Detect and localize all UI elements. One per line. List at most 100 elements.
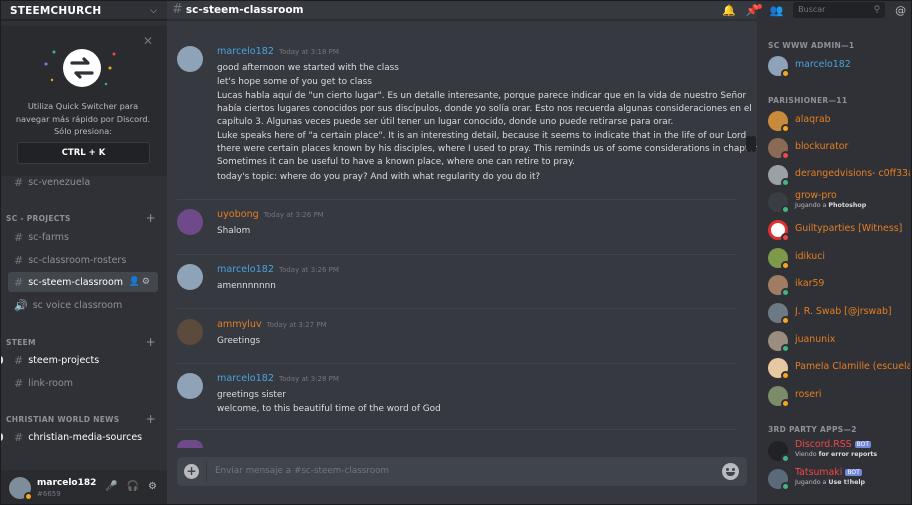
bell-icon[interactable]: 🔔 <box>722 4 736 17</box>
search-input[interactable]: Buscar ⚲ <box>793 2 886 18</box>
member-item[interactable]: idikuci <box>768 247 908 271</box>
emoji-icon[interactable] <box>722 463 739 480</box>
upload-plus-icon[interactable]: + <box>184 464 199 479</box>
member-section-header: SC WWW ADMIN—1 <box>768 41 855 50</box>
pin-icon[interactable]: 📌 <box>746 3 763 17</box>
message-author[interactable]: uyobong <box>217 209 259 220</box>
chat-header: # sc-steem-classroom 🔔 📌 👥 Buscar ⚲ @ ? <box>167 0 906 20</box>
category-sc-projects[interactable]: SC - PROJECTS + <box>6 211 156 225</box>
hash-icon: # <box>14 275 24 289</box>
message-composer[interactable]: + Enviar mensaje a #sc-steem-classroom <box>177 457 747 486</box>
category-label: CHRISTIAN WORLD NEWS <box>6 415 120 424</box>
channel-steem-projects[interactable]: # steem-projects <box>0 350 158 370</box>
channel-sc-voice-classroom[interactable]: 🔊 sc voice classroom <box>8 295 158 315</box>
message-text: greetings sister <box>217 390 286 400</box>
quick-switcher-line-1: Utiliza Quick Switcher para <box>27 101 139 111</box>
channel-sc-steem-classroom[interactable]: # sc-steem-classroom 👤⚙ <box>8 272 158 292</box>
add-channel-icon[interactable]: + <box>146 335 156 349</box>
channel-title: sc-steem-classroom <box>185 3 304 16</box>
message-text: let's hope some of you get to class <box>217 77 372 87</box>
member-name: marcelo182 <box>795 59 851 70</box>
channel-label: sc-steem-classroom <box>28 276 124 288</box>
close-icon[interactable]: ✕ <box>143 34 153 48</box>
member-item[interactable]: blockurator <box>768 137 908 161</box>
bot-badge: BOT <box>845 469 862 476</box>
quick-switcher-text: Utiliza Quick Switcher para navegar más … <box>8 100 158 138</box>
chevron-down-icon[interactable]: ⌵ <box>150 6 157 16</box>
quick-switcher-line-2: navegar más rápido por Discord. <box>15 113 151 124</box>
member-item[interactable]: Tatsumaki BOT Jugando a Use t!help <box>768 467 908 492</box>
headphones-icon[interactable]: 🎧 <box>127 481 139 492</box>
message-header: uyobong Today at 3:26 PM <box>217 209 324 220</box>
quick-switcher-shortcut[interactable]: CTRL + K <box>17 142 150 164</box>
channel-label: christian-media-sources <box>28 431 143 443</box>
guild-header[interactable]: STEEMCHURCH ⌵ <box>0 0 167 20</box>
avatar[interactable] <box>177 46 203 72</box>
message: marcelo182 Today at 3:28 PM greetings si… <box>177 373 737 419</box>
channel-label: sc-venezuela <box>28 176 91 188</box>
hash-icon: # <box>14 253 24 267</box>
gear-icon[interactable]: ⚙ <box>148 481 157 492</box>
member-name: ikar59 <box>795 278 825 289</box>
channel-label: sc voice classroom <box>32 299 123 311</box>
message-author[interactable]: marcelo182 <box>217 373 274 384</box>
member-item[interactable]: grow-pro Jugando a Photoshop <box>768 190 908 215</box>
channel-sc-venezuela[interactable]: # sc-venezuela <box>8 172 158 192</box>
channel-sc-farms[interactable]: # sc-farms <box>8 227 158 247</box>
message-timestamp: Today at 3:18 PM <box>278 48 339 56</box>
category-steem[interactable]: STEEM + <box>6 335 156 349</box>
message-divider <box>177 363 737 364</box>
header-toolbar: 🔔 📌 👥 Buscar ⚲ @ ? <box>722 2 912 18</box>
mic-muted-icon[interactable]: 🎤 <box>105 481 117 492</box>
member-item[interactable]: roseri <box>768 385 908 409</box>
channel-link-room[interactable]: # link-room <box>8 373 158 393</box>
avatar[interactable] <box>177 373 203 399</box>
category-label: STEEM <box>6 338 36 347</box>
user-panel: marcelo182 #6659 🎤 🎧 ⚙ <box>0 470 167 505</box>
members-icon[interactable]: 👥 <box>769 4 783 17</box>
activity-name: Photoshop <box>828 202 867 209</box>
member-item[interactable]: derangedvisions- c0ff33a <box>768 164 910 188</box>
add-channel-icon[interactable]: + <box>146 211 156 225</box>
member-item[interactable]: juanunix <box>768 330 908 354</box>
message-divider <box>177 429 737 430</box>
member-item[interactable]: Guiltyparties [Witness] <box>768 219 908 243</box>
category-christian-world-news[interactable]: CHRISTIAN WORLD NEWS + <box>6 412 156 426</box>
add-channel-icon[interactable]: + <box>146 412 156 426</box>
gear-icon[interactable]: ⚙ <box>142 277 152 287</box>
quick-switcher-illustration <box>44 49 116 87</box>
member-section-header: PARISHIONER—11 <box>768 96 848 105</box>
message-text: Sometimes it can be useful to have a kno… <box>217 157 575 167</box>
status-indicator <box>781 344 790 353</box>
member-name: alaqrab <box>795 114 831 125</box>
scrollbar[interactable] <box>746 36 752 436</box>
avatar[interactable] <box>177 319 203 345</box>
message-author[interactable]: marcelo182 <box>217 264 274 275</box>
avatar[interactable] <box>177 209 203 235</box>
channel-christian-media-sources[interactable]: # christian-media-sources <box>0 427 158 447</box>
mention-icon[interactable]: @ <box>895 4 906 17</box>
member-item[interactable]: Discord.RSS BOT Viendo for error reports <box>768 439 908 464</box>
channel-label: sc-farms <box>28 231 69 243</box>
bot-name: Discord.RSS <box>795 439 852 450</box>
user-name: marcelo182 <box>37 478 97 488</box>
member-item[interactable]: Pamela Clamille (escuela... <box>768 357 910 381</box>
member-item[interactable]: ikar59 <box>768 274 908 298</box>
channel-label: link-room <box>28 377 74 389</box>
avatar[interactable] <box>9 477 33 501</box>
avatar[interactable] <box>177 264 203 290</box>
activity-prefix: Jugando a <box>795 479 829 486</box>
member-item[interactable]: alaqrab <box>768 110 908 134</box>
message-divider <box>177 199 737 200</box>
member-item[interactable]: J. R. Swab [@jrswab] <box>768 302 908 326</box>
member-name: Pamela Clamille (escuela... <box>795 361 910 372</box>
speaker-icon: 🔊 <box>14 298 28 312</box>
hash-icon: # <box>14 353 24 367</box>
message-author[interactable]: ammyluv <box>217 319 262 330</box>
invite-icon[interactable]: 👤 <box>129 277 142 287</box>
message-author[interactable]: marcelo182 <box>217 46 274 57</box>
member-item[interactable]: marcelo182 <box>768 55 908 79</box>
channel-sc-classroom-rosters[interactable]: # sc-classroom-rosters <box>8 250 158 270</box>
status-indicator <box>781 399 790 408</box>
scrollbar-thumb[interactable] <box>751 136 756 152</box>
